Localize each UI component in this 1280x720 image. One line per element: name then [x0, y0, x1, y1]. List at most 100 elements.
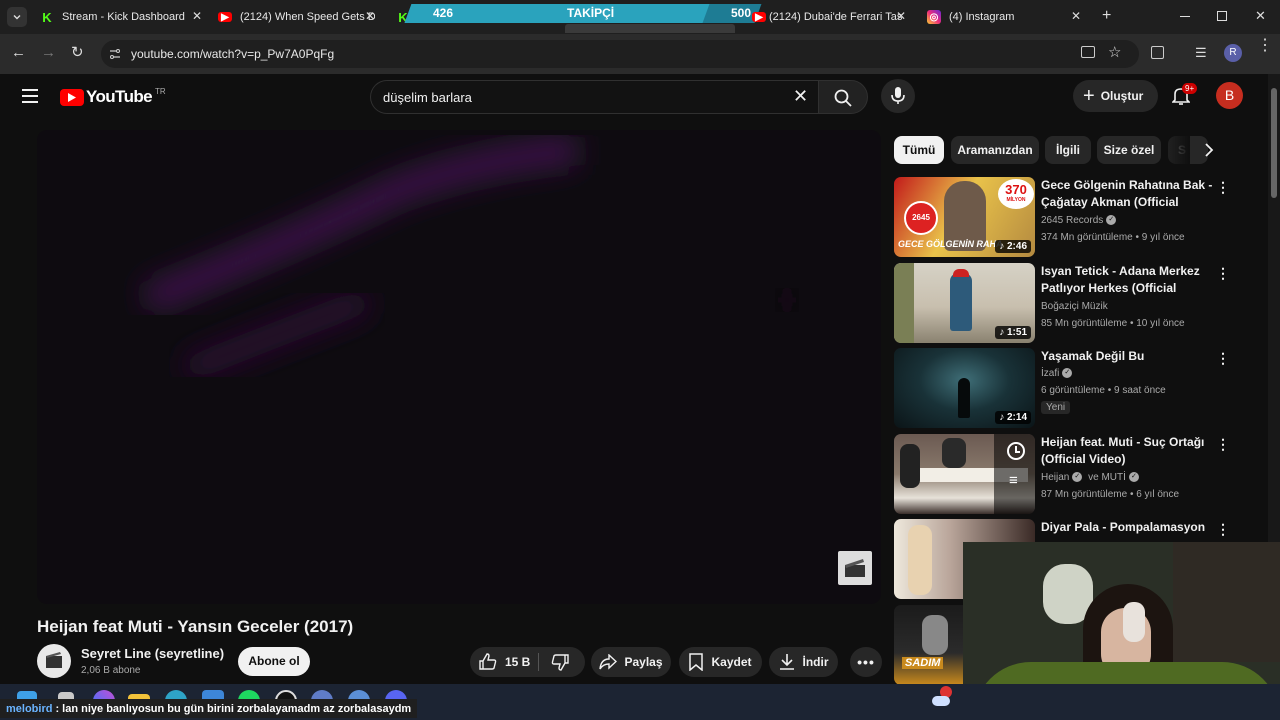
forward-icon[interactable]: →	[41, 44, 56, 61]
video-thumbnail[interactable]: ♪ 2:14	[894, 348, 1035, 428]
thumbnail-badge: 370 MİLYON	[998, 179, 1034, 209]
recommended-channel[interactable]: İzafi ✓	[1041, 368, 1073, 379]
notifications-button[interactable]: 9+	[1171, 83, 1198, 106]
recommended-title[interactable]: Isyan Tetick - Adana Merkez Patlıyor Her…	[1041, 263, 1216, 297]
tab-title: (4) Instagram	[949, 11, 1015, 23]
video-frame	[141, 135, 797, 383]
recommended-video[interactable]: ♪ 2:14 Yaşamak Değil Bu İzafi ✓ 6 görüntü…	[894, 348, 1234, 428]
save-button[interactable]: Kaydet	[679, 647, 762, 677]
thumbnail-logo: 2645	[904, 201, 938, 235]
reload-icon[interactable]: ↻	[71, 43, 84, 61]
recommended-channel[interactable]: Boğaziçi Müzik	[1041, 301, 1108, 312]
channel-watermark[interactable]	[838, 551, 872, 585]
recommended-title[interactable]: Diyar Pala - Pompalamasyon	[1041, 519, 1216, 536]
save-label: Kaydet	[711, 655, 752, 669]
new-tab-button[interactable]: +	[1102, 8, 1111, 24]
create-button[interactable]: + Oluştur	[1073, 80, 1158, 112]
thumbnail-person	[908, 525, 932, 595]
video-duration: ♪ 2:46	[995, 240, 1031, 253]
search-input[interactable]	[383, 88, 783, 106]
more-vertical-icon[interactable]: ⋮	[1216, 350, 1230, 366]
close-tab-icon[interactable]: ✕	[365, 9, 375, 23]
recommended-video[interactable]: ≡ Heijan feat. Muti - Suç Ortağı (Offici…	[894, 434, 1234, 514]
youtube-play-icon	[60, 88, 84, 106]
recommended-title[interactable]: Heijan feat. Muti - Suç Ortağı (Official…	[1041, 434, 1216, 468]
share-button[interactable]: Paylaş	[591, 647, 671, 677]
download-button[interactable]: İndir	[769, 647, 838, 677]
youtube-logo[interactable]: YouTube TR	[60, 87, 166, 107]
recommended-title[interactable]: Yaşamak Değil Bu	[1041, 348, 1216, 365]
add-to-queue-icon[interactable]: ≡	[1009, 473, 1018, 488]
minimize-icon[interactable]	[1180, 16, 1190, 17]
voice-search-button[interactable]	[881, 79, 915, 113]
window-close-icon[interactable]: ✕	[1255, 8, 1266, 24]
address-bar[interactable]: youtube.com/watch?v=p_Pw7A0PqFg ☆	[101, 40, 1139, 68]
tab-title: (2124) When Speed Gets D	[240, 11, 375, 23]
extensions-icon[interactable]	[1151, 46, 1164, 59]
clear-search-icon[interactable]: ✕	[793, 86, 808, 107]
scrollbar-thumb[interactable]	[1271, 88, 1277, 198]
region-code: TR	[155, 86, 166, 96]
close-tab-icon[interactable]: ✕	[1071, 9, 1081, 23]
duration-text: 1:51	[1006, 327, 1027, 338]
site-info-icon[interactable]	[109, 48, 121, 60]
clock-icon[interactable]	[1007, 442, 1025, 460]
restore-icon[interactable]	[1217, 11, 1227, 21]
install-app-icon[interactable]	[1081, 46, 1095, 58]
more-vertical-icon[interactable]: ⋮	[1216, 265, 1230, 281]
chat-text: : lan niye banlıyosun bu gün birini zorb…	[55, 702, 412, 715]
chevron-right-icon[interactable]	[1203, 143, 1215, 157]
more-vertical-icon[interactable]: ⋮	[1216, 521, 1230, 537]
browser-tab[interactable]: ▶ (2124) Dubai'de Ferrari Tas ✕	[752, 5, 910, 29]
recommended-channel[interactable]: 2645 Records ✓	[1041, 215, 1117, 226]
channel-label-2: ve MUTİ	[1088, 472, 1126, 483]
browser-tab[interactable]: ▶ (2124) When Speed Gets D ✕	[218, 5, 375, 29]
notification-count-badge: 9+	[1182, 83, 1198, 94]
like-button[interactable]: 15 B	[479, 651, 530, 673]
youtube-logo-text: YouTube	[86, 87, 153, 106]
more-vertical-icon[interactable]: ⋮	[1216, 436, 1230, 452]
chip-all[interactable]: Tümü	[894, 136, 944, 164]
chip-related[interactable]: İlgili	[1045, 136, 1091, 164]
recommended-meta: 374 Mn görüntüleme • 9 yıl önce	[1041, 232, 1185, 243]
channel-avatar[interactable]	[37, 644, 71, 678]
follower-label: TAKİPÇİ	[567, 6, 615, 20]
recommended-meta: 6 görüntüleme • 9 saat önce	[1041, 385, 1166, 396]
recommended-video[interactable]: ♪ 1:51 Isyan Tetick - Adana Merkez Patlı…	[894, 263, 1234, 343]
profile-avatar[interactable]: R	[1224, 44, 1242, 62]
recommended-title[interactable]: Gece Gölgenin Rahatına Bak - Çağatay Akm…	[1041, 177, 1216, 211]
video-thumbnail[interactable]: ♪ 1:51	[894, 263, 1035, 343]
cloud-icon[interactable]	[932, 696, 950, 706]
more-actions-button[interactable]: •••	[850, 647, 882, 677]
follower-current: 426	[433, 6, 454, 20]
search-icon	[834, 89, 852, 107]
thumbnail-badge-number: 370	[1005, 182, 1027, 197]
subscribe-button[interactable]: Abone ol	[238, 647, 310, 676]
account-avatar[interactable]: B	[1216, 82, 1243, 109]
more-vertical-icon[interactable]: ⋮	[1216, 179, 1230, 195]
bookmark-star-icon[interactable]: ☆	[1108, 43, 1121, 61]
video-thumbnail[interactable]: 2645 370 MİLYON GECE GÖLGENİN RAHA ♪ 2:4…	[894, 177, 1035, 257]
browser-menu-icon[interactable]: ⋮	[1257, 38, 1273, 54]
video-player[interactable]	[37, 130, 881, 604]
thumbnail-badge-label: MİLYON	[1006, 197, 1026, 203]
search-button[interactable]	[818, 80, 868, 114]
thumbs-down-icon[interactable]	[551, 653, 569, 671]
browser-tab[interactable]: ◎ (4) Instagram ✕	[927, 5, 1085, 29]
tab-search-button[interactable]	[7, 7, 27, 27]
video-thumbnail[interactable]: ≡	[894, 434, 1035, 514]
hamburger-menu-icon[interactable]	[22, 89, 38, 103]
back-icon[interactable]: ←	[11, 44, 26, 61]
channel-name[interactable]: Seyret Line (seyretline)	[81, 646, 224, 661]
recommended-channel[interactable]: Heijan ✓ ve MUTİ ✓	[1041, 472, 1139, 483]
recommended-video[interactable]: 2645 370 MİLYON GECE GÖLGENİN RAHA ♪ 2:4…	[894, 177, 1234, 257]
duration-text: 2:14	[1006, 412, 1027, 423]
follower-goal: 500	[731, 6, 752, 20]
close-tab-icon[interactable]: ✕	[896, 9, 906, 23]
browser-tab[interactable]: K Stream - Kick Dashboard ✕	[40, 5, 202, 29]
chip-from-search[interactable]: Aramanızdan	[951, 136, 1039, 164]
reading-list-icon[interactable]: ☰	[1195, 45, 1207, 61]
close-tab-icon[interactable]: ✕	[192, 9, 202, 23]
chip-for-you[interactable]: Size özel	[1097, 136, 1161, 164]
search-box[interactable]: ✕	[370, 80, 818, 114]
